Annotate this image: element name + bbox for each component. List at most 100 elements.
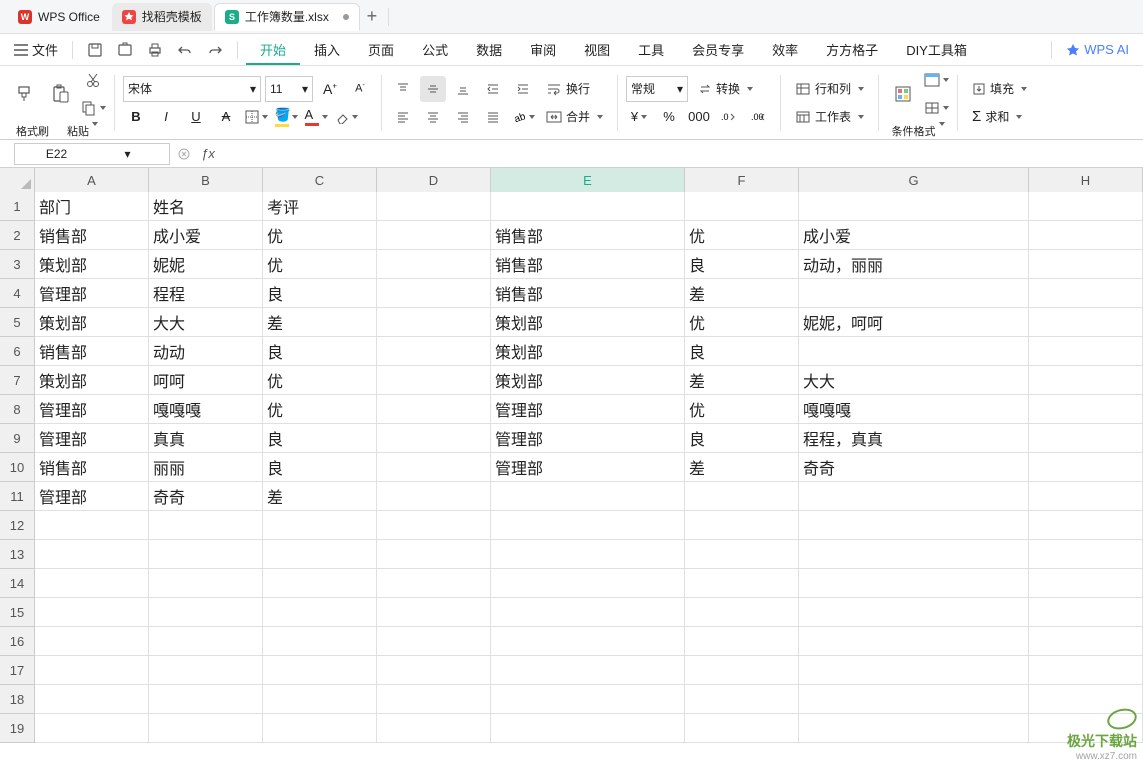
- cell-H9[interactable]: [1029, 424, 1143, 453]
- cell-F12[interactable]: [685, 511, 799, 540]
- row-header-19[interactable]: 19: [0, 714, 35, 743]
- cell-C18[interactable]: [263, 685, 377, 714]
- cell-B3[interactable]: 妮妮: [149, 250, 263, 279]
- col-header-F[interactable]: F: [685, 168, 799, 192]
- menu-数据[interactable]: 数据: [462, 34, 516, 65]
- cell-D9[interactable]: [377, 424, 491, 453]
- cell-A18[interactable]: [35, 685, 149, 714]
- cell-F11[interactable]: [685, 482, 799, 511]
- cell-E16[interactable]: [491, 627, 685, 656]
- cell-E7[interactable]: 策划部: [491, 366, 685, 395]
- cell-G12[interactable]: [799, 511, 1029, 540]
- row-header-12[interactable]: 12: [0, 511, 35, 540]
- cell-F10[interactable]: 差: [685, 453, 799, 482]
- cell-D16[interactable]: [377, 627, 491, 656]
- cell-D1[interactable]: [377, 192, 491, 221]
- col-header-D[interactable]: D: [377, 168, 491, 192]
- cell-H5[interactable]: [1029, 308, 1143, 337]
- cell-A7[interactable]: 策划部: [35, 366, 149, 395]
- cell-E17[interactable]: [491, 656, 685, 685]
- cell-H16[interactable]: [1029, 627, 1143, 656]
- cell-A9[interactable]: 管理部: [35, 424, 149, 453]
- cell-D2[interactable]: [377, 221, 491, 250]
- cell-B9[interactable]: 真真: [149, 424, 263, 453]
- col-header-C[interactable]: C: [263, 168, 377, 192]
- cell-A14[interactable]: [35, 569, 149, 598]
- col-header-G[interactable]: G: [799, 168, 1029, 192]
- cell-C17[interactable]: [263, 656, 377, 685]
- cell-F6[interactable]: 良: [685, 337, 799, 366]
- col-header-B[interactable]: B: [149, 168, 263, 192]
- cell-B5[interactable]: 大大: [149, 308, 263, 337]
- cell-E6[interactable]: 策划部: [491, 337, 685, 366]
- cell-G8[interactable]: 嘎嘎嘎: [799, 395, 1029, 424]
- menu-效率[interactable]: 效率: [758, 34, 812, 65]
- cell-H2[interactable]: [1029, 221, 1143, 250]
- row-header-11[interactable]: 11: [0, 482, 35, 511]
- cell-E10[interactable]: 管理部: [491, 453, 685, 482]
- cell-C4[interactable]: 良: [263, 279, 377, 308]
- cell-B8[interactable]: 嘎嘎嘎: [149, 395, 263, 424]
- conditional-format-button[interactable]: [887, 82, 919, 106]
- cell-G13[interactable]: [799, 540, 1029, 569]
- cell-A10[interactable]: 销售部: [35, 453, 149, 482]
- cell-E3[interactable]: 销售部: [491, 250, 685, 279]
- cell-D15[interactable]: [377, 598, 491, 627]
- cell-B11[interactable]: 奇奇: [149, 482, 263, 511]
- cell-C7[interactable]: 优: [263, 366, 377, 395]
- cell-C8[interactable]: 优: [263, 395, 377, 424]
- cell-C6[interactable]: 良: [263, 337, 377, 366]
- cell-H3[interactable]: [1029, 250, 1143, 279]
- cell-E2[interactable]: 销售部: [491, 221, 685, 250]
- cell-C9[interactable]: 良: [263, 424, 377, 453]
- cell-F13[interactable]: [685, 540, 799, 569]
- rowcol-button[interactable]: 行和列: [789, 76, 870, 102]
- cell-F7[interactable]: 差: [685, 366, 799, 395]
- fill-button[interactable]: 填充: [966, 76, 1033, 102]
- valign-bottom-button[interactable]: [450, 76, 476, 102]
- cell-D12[interactable]: [377, 511, 491, 540]
- strikethrough-button[interactable]: A: [213, 104, 239, 130]
- cell-F19[interactable]: [685, 714, 799, 743]
- cell-A2[interactable]: 销售部: [35, 221, 149, 250]
- cell-A11[interactable]: 管理部: [35, 482, 149, 511]
- cell-D11[interactable]: [377, 482, 491, 511]
- clear-format-button[interactable]: [333, 104, 359, 130]
- comma-button[interactable]: 000: [686, 104, 712, 130]
- wps-ai-button[interactable]: WPS AI: [1060, 38, 1135, 61]
- cell-H12[interactable]: [1029, 511, 1143, 540]
- cell-E14[interactable]: [491, 569, 685, 598]
- cell-C13[interactable]: [263, 540, 377, 569]
- valign-middle-button[interactable]: [420, 76, 446, 102]
- paste-button[interactable]: [44, 82, 76, 106]
- cell-A19[interactable]: [35, 714, 149, 743]
- cell-E4[interactable]: 销售部: [491, 279, 685, 308]
- row-header-8[interactable]: 8: [0, 395, 35, 424]
- cell-H19[interactable]: [1029, 714, 1143, 743]
- row-header-13[interactable]: 13: [0, 540, 35, 569]
- name-box[interactable]: E22 ▾: [14, 143, 170, 165]
- select-all-corner[interactable]: [0, 168, 35, 192]
- percent-button[interactable]: %: [656, 104, 682, 130]
- col-header-E[interactable]: E: [491, 168, 685, 192]
- cell-B7[interactable]: 呵呵: [149, 366, 263, 395]
- cell-G14[interactable]: [799, 569, 1029, 598]
- fx-button[interactable]: ƒx: [198, 146, 218, 161]
- cell-C16[interactable]: [263, 627, 377, 656]
- cell-B18[interactable]: [149, 685, 263, 714]
- undo-button[interactable]: [171, 38, 199, 62]
- cell-A5[interactable]: 策划部: [35, 308, 149, 337]
- cell-A8[interactable]: 管理部: [35, 395, 149, 424]
- align-right-button[interactable]: [450, 104, 476, 130]
- menu-会员专享[interactable]: 会员专享: [678, 34, 758, 65]
- cell-C1[interactable]: 考评: [263, 192, 377, 221]
- wrap-text-button[interactable]: 换行: [540, 76, 600, 102]
- cell-G16[interactable]: [799, 627, 1029, 656]
- cell-H10[interactable]: [1029, 453, 1143, 482]
- font-color-button[interactable]: A: [303, 104, 329, 130]
- orientation-button[interactable]: ab: [510, 104, 536, 130]
- cell-E12[interactable]: [491, 511, 685, 540]
- menu-页面[interactable]: 页面: [354, 34, 408, 65]
- cell-F15[interactable]: [685, 598, 799, 627]
- border-button[interactable]: [243, 104, 269, 130]
